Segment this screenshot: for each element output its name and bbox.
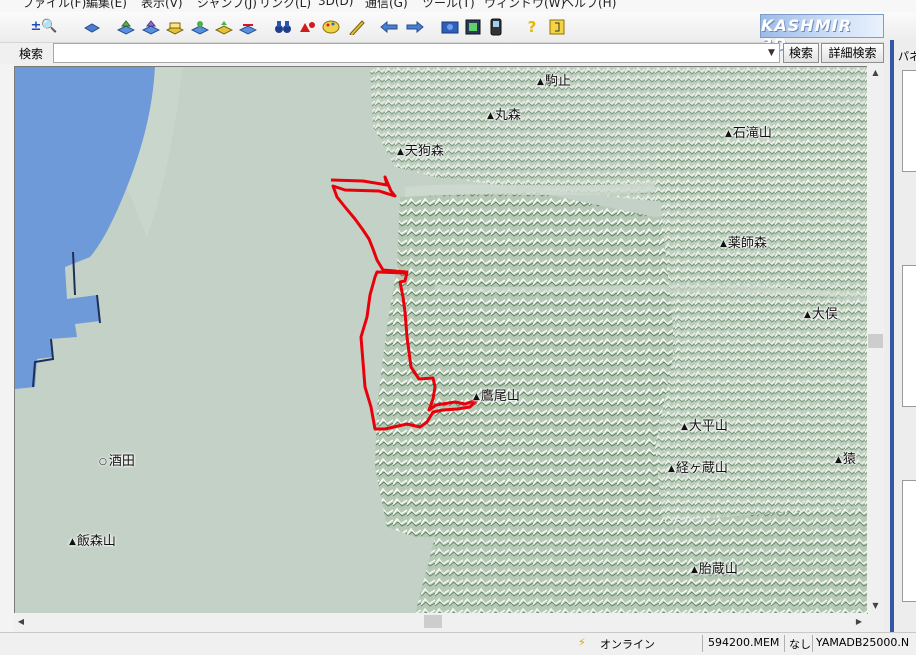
panel-pane-top[interactable] [902, 70, 916, 172]
scroll-left-icon[interactable]: ◀ [14, 613, 28, 630]
menu-3d[interactable]: 3D(D) [318, 0, 353, 8]
place-marumori: ▲丸森 [487, 108, 521, 123]
scroll-right-icon[interactable]: ▶ [852, 613, 866, 630]
db-file: YAMADB25000.N [816, 636, 910, 649]
online-status: オンライン [600, 638, 655, 651]
map-stack-icon[interactable] [116, 18, 136, 36]
map-stack-icon[interactable] [214, 18, 234, 36]
place-tengumori: ▲天狗森 [397, 144, 444, 159]
film-icon[interactable] [463, 18, 483, 36]
detail-search-button[interactable]: 詳細検索 [821, 43, 884, 63]
palette-icon[interactable] [321, 18, 341, 36]
panel-pane-bottom[interactable] [902, 480, 916, 602]
map-view[interactable]: ▲駒止 ▲丸森 ▲石滝山 ▲天狗森 ▲薬師森 ▲大俣 ▲鷹尾山 ▲大平山 ▲経ヶ… [14, 66, 868, 614]
menu-help[interactable]: ヘルプ(H) [562, 0, 616, 11]
place-sakata: ○ 酒田 [99, 454, 135, 469]
vertical-scroll-thumb[interactable] [868, 334, 883, 348]
menu-window[interactable]: ウィンドウ(W) [484, 0, 565, 11]
layer-icon[interactable] [82, 18, 102, 36]
chevron-down-icon[interactable]: ▼ [764, 43, 780, 63]
none-status: なし [789, 638, 811, 651]
menu-tools[interactable]: ツール(T) [422, 0, 475, 11]
menu-view[interactable]: 表示(V) [141, 0, 183, 11]
panel-splitter[interactable] [890, 40, 894, 634]
arrow-left-icon[interactable] [379, 18, 399, 36]
menu-file[interactable]: ファイル(F) [22, 0, 86, 11]
panel-title: パネ [898, 50, 916, 63]
place-taizouzan: ▲胎蔵山 [691, 562, 738, 577]
left-edge-strip [0, 64, 14, 634]
help-icon[interactable]: ? [522, 18, 542, 36]
place-iimoriyama: ▲飯森山 [69, 534, 116, 549]
status-bar: ⚡ オンライン 594200.MEM なし YAMADB25000.N [0, 632, 916, 655]
scroll-up-icon[interactable]: ▲ [867, 66, 884, 80]
place-ishitakiyama: ▲石滝山 [725, 126, 772, 141]
place-omata: ▲大俣 [804, 307, 838, 322]
binoculars-icon[interactable] [273, 18, 293, 36]
menu-bar: ファイル(F) 編集(E) 表示(V) ジャンプ(J) リンク(L) 3D(D)… [0, 0, 916, 12]
arrow-right-icon[interactable] [405, 18, 425, 36]
search-input[interactable] [53, 43, 765, 63]
menu-link[interactable]: リンク(L) [259, 0, 311, 11]
map-stack-icon[interactable] [238, 18, 258, 36]
search-button[interactable]: 検索 [783, 43, 819, 63]
mem-file: 594200.MEM [708, 636, 780, 649]
menu-edit[interactable]: 編集(E) [86, 0, 127, 11]
app-logo: KASHMIR 3D [760, 14, 884, 54]
map-stack-icon[interactable] [190, 18, 210, 36]
marker-icon[interactable] [297, 18, 317, 36]
lightning-icon: ⚡ [578, 636, 586, 649]
map-stack-icon[interactable] [141, 18, 161, 36]
menu-comm[interactable]: 通信(G) [365, 0, 408, 11]
side-panel: パネ [884, 40, 916, 634]
horizontal-scrollbar[interactable]: ◀ ▶ [14, 613, 867, 630]
vertical-scrollbar[interactable]: ▲ ▼ [867, 66, 884, 613]
zoom-icon[interactable]: ±🔍 [30, 18, 57, 36]
place-yakushimori: ▲薬師森 [720, 236, 767, 251]
search-bar: 検索 ▼ 検索 詳細検索 [0, 42, 890, 64]
place-oohirayama: ▲大平山 [681, 419, 728, 434]
horizontal-scroll-thumb[interactable] [424, 615, 442, 628]
place-saru: ▲猿 [835, 452, 856, 467]
place-takaoyama: ▲鷹尾山 [473, 389, 520, 404]
menu-jump[interactable]: ジャンプ(J) [197, 0, 257, 11]
globe-icon[interactable] [440, 18, 460, 36]
place-kyogakurayama: ▲経ヶ蔵山 [668, 461, 728, 476]
exit-icon[interactable] [547, 18, 567, 36]
ruler-icon[interactable] [346, 18, 366, 36]
search-label: 検索 [19, 47, 44, 61]
map-stack-icon[interactable] [165, 18, 185, 36]
scroll-down-icon[interactable]: ▼ [867, 599, 884, 613]
place-komadome: ▲駒止 [537, 74, 571, 89]
gps-device-icon[interactable] [486, 18, 506, 36]
panel-pane-mid[interactable] [902, 265, 916, 407]
